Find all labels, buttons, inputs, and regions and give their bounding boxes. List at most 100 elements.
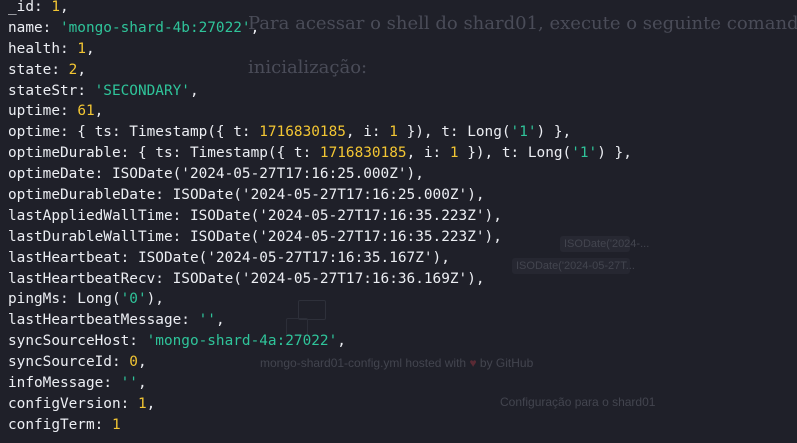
output-line: pingMs: Long('0'), (8, 289, 632, 310)
output-line: name: 'mongo-shard-4b:27022', (8, 18, 632, 39)
punctuation: : Long( (59, 291, 121, 308)
punctuation: , (85, 40, 95, 57)
terminal-output: _id: 1, name: 'mongo-shard-4b:27022', heal… (8, 0, 632, 436)
output-line: lastHeartbeat: ISODate('2024-05-27T17:16… (8, 248, 632, 269)
output-line: optimeDurable: { ts: Timestamp({ t: 1716… (8, 143, 632, 164)
number-value: 1716830185 (319, 145, 407, 162)
punctuation: , (250, 19, 260, 36)
output-line: syncSourceHost: 'mongo-shard-4a:27022', (8, 331, 632, 352)
punctuation: : (51, 61, 69, 78)
punctuation: , (215, 312, 225, 329)
punctuation: : (42, 19, 60, 36)
field-key: lastHeartbeatMessage (8, 312, 182, 329)
string-value: 'mongo-shard-4a:27022' (146, 333, 338, 350)
field-key: lastAppliedWallTime (8, 207, 173, 224)
string-value: 'mongo-shard-4b:27022' (59, 19, 251, 36)
punctuation: : (103, 375, 121, 392)
output-line: lastDurableWallTime: ISODate('2024-05-27… (8, 227, 632, 248)
output-line: uptime: 61, (8, 101, 632, 122)
field-key: syncSourceHost (8, 333, 130, 350)
punctuation: ) }, (597, 145, 632, 162)
number-value: 0 (129, 354, 138, 371)
output-line: state: 2, (8, 60, 632, 81)
field-key: _id (8, 0, 34, 15)
number-value: 1 (137, 395, 147, 412)
punctuation: , (60, 0, 69, 15)
number-value: 61 (77, 103, 95, 120)
punctuation: , (137, 375, 147, 392)
punctuation: , (337, 333, 346, 350)
field-key: uptime (8, 103, 60, 120)
field-key: optimeDate (8, 166, 95, 183)
string-value: '' (120, 375, 138, 392)
punctuation: : (111, 354, 130, 371)
punctuation: : ISODate('2024-05-27T17:16:35.223Z'), (172, 228, 502, 245)
punctuation: , i: (345, 124, 390, 141)
field-key: health (8, 40, 60, 57)
string-value: '1' (571, 145, 598, 162)
number-value: 1 (449, 145, 459, 162)
field-key: syncSourceId (8, 354, 112, 371)
punctuation: }), t: Long( (397, 124, 511, 141)
number-value: 1716830185 (259, 124, 346, 141)
number-value: 1 (389, 124, 398, 141)
string-value: '0' (120, 291, 147, 308)
field-key: lastHeartbeat (8, 249, 121, 266)
string-value: 'SECONDARY' (94, 82, 190, 99)
output-line: configVersion: 1, (8, 394, 632, 415)
field-key: state (8, 61, 52, 78)
output-line: lastAppliedWallTime: ISODate('2024-05-27… (8, 206, 632, 227)
output-line: lastHeartbeatMessage: '', (8, 310, 632, 331)
punctuation: ) }, (536, 124, 572, 141)
punctuation: : ISODate('2024-05-27T17:16:35.167Z'), (120, 249, 450, 266)
output-line: optime: { ts: Timestamp({ t: 1716830185,… (8, 122, 632, 143)
field-key: optime (8, 124, 60, 141)
output-line: lastHeartbeatRecv: ISODate('2024-05-27T1… (8, 269, 632, 290)
punctuation: , (94, 103, 104, 120)
punctuation: : ISODate('2024-05-27T17:16:25.000Z'), (94, 166, 424, 183)
punctuation: : (34, 0, 52, 15)
output-line: configTerm: 1 (8, 415, 632, 436)
output-line: syncSourceId: 0, (8, 352, 632, 373)
punctuation: : (181, 312, 199, 329)
punctuation: : ISODate('2024-05-27T17:16:35.223Z'), (172, 207, 502, 224)
punctuation: , (189, 82, 199, 99)
number-value: 1 (51, 0, 60, 15)
string-value: '1' (510, 124, 537, 141)
punctuation: : (59, 40, 78, 57)
number-value: 1 (111, 416, 121, 433)
punctuation: : ISODate('2024-05-27T17:16:25.000Z'), (155, 187, 485, 204)
field-key: stateStr (8, 82, 78, 99)
punctuation: : (120, 395, 138, 412)
field-key: pingMs (8, 291, 60, 308)
punctuation: : (94, 416, 112, 433)
punctuation: : (59, 103, 78, 120)
punctuation: : (129, 333, 147, 350)
field-key: optimeDurableDate (8, 187, 156, 204)
field-key: lastDurableWallTime (8, 228, 173, 245)
punctuation: : { ts: Timestamp({ t: (120, 145, 320, 162)
punctuation: : (77, 82, 95, 99)
output-line: _id: 1, (8, 0, 632, 18)
punctuation: , i: (406, 145, 450, 162)
field-key: configVersion (8, 395, 121, 412)
terminal-window: Para acessar o shell do shard01, execute… (0, 0, 797, 443)
output-line: optimeDurableDate: ISODate('2024-05-27T1… (8, 185, 632, 206)
field-key: lastHeartbeatRecv (8, 270, 156, 287)
output-line: optimeDate: ISODate('2024-05-27T17:16:25… (8, 164, 632, 185)
output-line: health: 1, (8, 39, 632, 60)
punctuation: , (146, 395, 156, 412)
punctuation: : ISODate('2024-05-27T17:16:36.169Z'), (155, 270, 485, 287)
field-key: name (8, 19, 43, 36)
punctuation: }), t: Long( (458, 145, 572, 162)
number-value: 1 (77, 40, 86, 57)
string-value: '' (198, 312, 216, 329)
punctuation: , (77, 61, 86, 78)
field-key: configTerm (8, 416, 95, 433)
punctuation: ), (146, 291, 164, 308)
punctuation: : { ts: Timestamp({ t: (59, 124, 260, 141)
output-line: infoMessage: '', (8, 373, 632, 394)
output-line: stateStr: 'SECONDARY', (8, 81, 632, 102)
field-key: optimeDurable (8, 145, 121, 162)
punctuation: , (137, 354, 147, 371)
